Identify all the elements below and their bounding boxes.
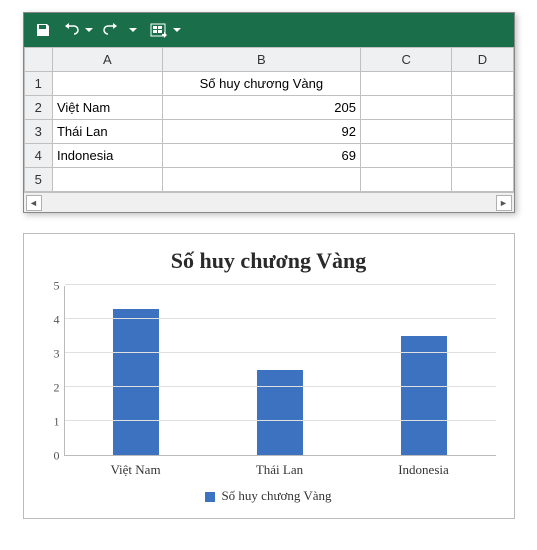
chart-bars-group	[65, 286, 496, 455]
chart-gridline	[65, 386, 496, 387]
chart-y-tick: 3	[54, 347, 60, 362]
legend-label: Số huy chương Vàng	[221, 488, 331, 503]
cell[interactable]	[452, 144, 513, 168]
spreadsheet-grid[interactable]: A B C D 1 Số huy chương Vàng 2 Việt Nam …	[24, 47, 514, 192]
qat-more-dropdown-icon[interactable]	[170, 17, 184, 43]
chart-y-tick: 2	[54, 381, 60, 396]
chart-x-tick-label: Việt Nam	[64, 462, 208, 478]
cell[interactable]	[360, 96, 451, 120]
column-header-row: A B C D	[24, 48, 513, 72]
table-row: 1 Số huy chương Vàng	[24, 72, 513, 96]
undo-icon[interactable]	[58, 17, 84, 43]
cell[interactable]	[452, 168, 513, 192]
chart-gridline	[65, 318, 496, 319]
chart-gridline	[65, 284, 496, 285]
cell[interactable]	[452, 120, 513, 144]
cell[interactable]: 69	[162, 144, 360, 168]
col-header[interactable]: A	[52, 48, 162, 72]
scroll-right-icon[interactable]: ►	[496, 195, 512, 211]
customize-qat-dropdown-icon[interactable]	[126, 17, 140, 43]
chart-y-tick: 5	[54, 279, 60, 294]
chart-title: Số huy chương Vàng	[42, 248, 496, 274]
chart: Số huy chương Vàng 0 1 2 3 4 5 Việt NamThái L…	[23, 233, 515, 519]
cell[interactable]	[360, 144, 451, 168]
chart-gridline	[65, 352, 496, 353]
chart-plotarea	[64, 286, 496, 456]
cell[interactable]: Indonesia	[52, 144, 162, 168]
chart-plot-area: 012345	[42, 286, 496, 456]
row-header[interactable]: 1	[24, 72, 52, 96]
cell[interactable]: Thái Lan	[52, 120, 162, 144]
table-row: 2 Việt Nam 205	[24, 96, 513, 120]
scroll-track[interactable]	[46, 198, 492, 208]
cell[interactable]	[360, 168, 451, 192]
chart-x-tick-label: Indonesia	[352, 462, 496, 478]
cell[interactable]: 92	[162, 120, 360, 144]
chart-y-tick: 0	[54, 449, 60, 464]
chart-gridline	[65, 420, 496, 421]
cell[interactable]	[162, 168, 360, 192]
row-header[interactable]: 5	[24, 168, 52, 192]
chart-y-tick: 1	[54, 415, 60, 430]
legend-swatch-icon	[205, 492, 215, 502]
quick-access-toolbar	[24, 13, 514, 47]
chart-x-tick-label: Thái Lan	[208, 462, 352, 478]
cell[interactable]	[360, 120, 451, 144]
chart-bar	[113, 309, 159, 455]
chart-legend: Số huy chương Vàng	[42, 488, 496, 504]
table-row: 3 Thái Lan 92	[24, 120, 513, 144]
cell[interactable]: 205	[162, 96, 360, 120]
chart-bar	[401, 336, 447, 455]
col-header[interactable]: D	[452, 48, 513, 72]
cell[interactable]	[360, 72, 451, 96]
cell[interactable]	[52, 168, 162, 192]
scroll-left-icon[interactable]: ◄	[26, 195, 42, 211]
row-header[interactable]: 4	[24, 144, 52, 168]
chart-x-axis-labels: Việt NamThái LanIndonesia	[64, 462, 496, 478]
redo-icon[interactable]	[98, 17, 124, 43]
table-row: 4 Indonesia 69	[24, 144, 513, 168]
cell[interactable]: Việt Nam	[52, 96, 162, 120]
cell[interactable]: Số huy chương Vàng	[162, 72, 360, 96]
undo-dropdown-icon[interactable]	[82, 17, 96, 43]
chart-y-axis: 012345	[42, 286, 64, 456]
excel-window: A B C D 1 Số huy chương Vàng 2 Việt Nam …	[23, 12, 515, 213]
horizontal-scrollbar[interactable]: ◄ ►	[24, 192, 514, 212]
select-all-corner[interactable]	[24, 48, 52, 72]
touch-mode-icon[interactable]	[146, 17, 172, 43]
cell[interactable]	[52, 72, 162, 96]
chart-bar	[257, 370, 303, 455]
chart-y-tick: 4	[54, 313, 60, 328]
cell[interactable]	[452, 96, 513, 120]
row-header[interactable]: 2	[24, 96, 52, 120]
cell[interactable]	[452, 72, 513, 96]
col-header[interactable]: C	[360, 48, 451, 72]
row-header[interactable]: 3	[24, 120, 52, 144]
table-row: 5	[24, 168, 513, 192]
save-icon[interactable]	[30, 17, 56, 43]
col-header[interactable]: B	[162, 48, 360, 72]
